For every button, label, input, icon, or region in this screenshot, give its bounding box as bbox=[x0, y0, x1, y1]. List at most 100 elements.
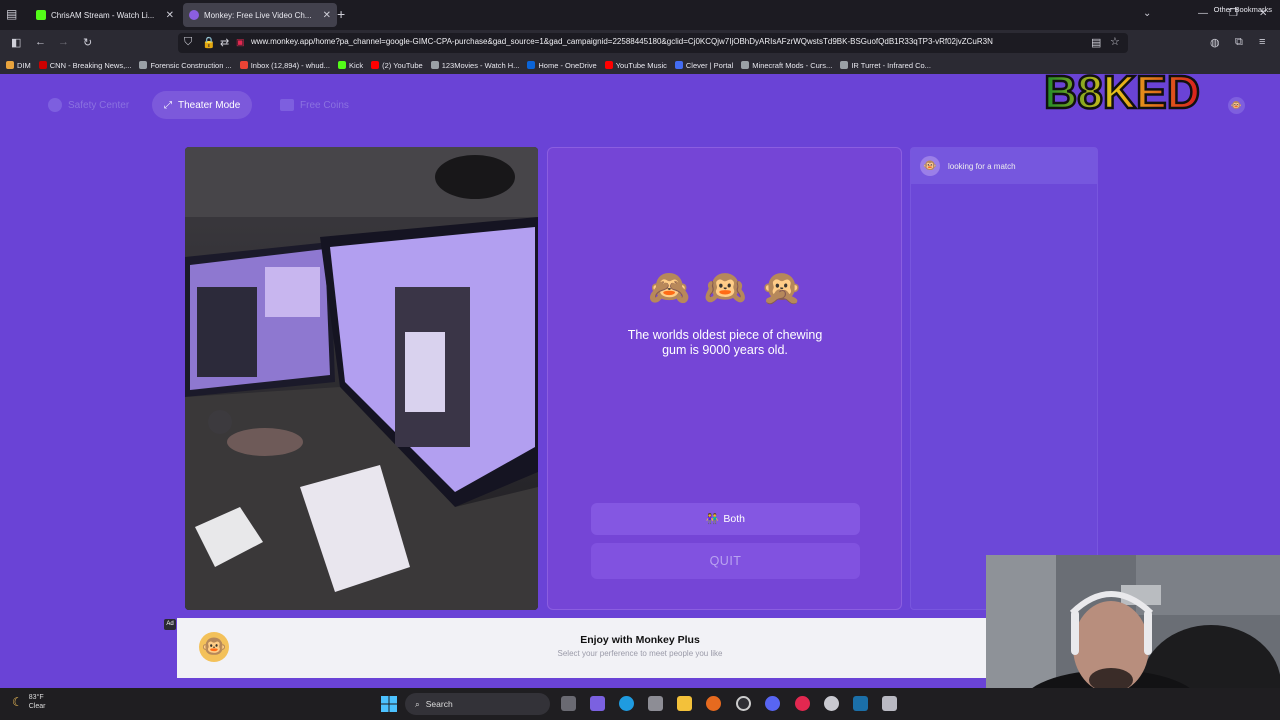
profile-avatar[interactable]: 🐵 bbox=[1228, 97, 1245, 114]
bookmark-label: Kick bbox=[348, 60, 364, 70]
weather-condition: Clear bbox=[28, 703, 46, 710]
chat-status-text: looking for a match bbox=[948, 161, 1016, 171]
bookmark-label: CNN - Breaking News,... bbox=[49, 60, 132, 70]
bookmark-label: Inbox (12,894) - whud... bbox=[250, 60, 330, 70]
bookmark-favicon-icon bbox=[741, 61, 750, 69]
bookmark-item[interactable]: (2) YouTube bbox=[371, 61, 423, 70]
bookmark-favicon-icon bbox=[674, 61, 683, 69]
search-label: Search bbox=[425, 699, 453, 709]
discord-icon[interactable] bbox=[765, 696, 780, 711]
back-icon[interactable]: ← bbox=[35, 36, 46, 48]
windows-taskbar: ☾ 83°F Clear ⌕ Search bbox=[0, 688, 1280, 720]
theater-mode-label: Theater Mode bbox=[178, 99, 241, 111]
couple-icon: 👫 bbox=[705, 513, 719, 525]
bookmark-item[interactable]: Inbox (12,894) - whud... bbox=[239, 60, 330, 70]
ad-banner[interactable]: 🐵 Enjoy with Monkey Plus Select your per… bbox=[177, 618, 997, 678]
chevron-down-icon[interactable]: ⌄ bbox=[1143, 8, 1151, 19]
bookmark-item[interactable]: Kick bbox=[337, 60, 364, 70]
chat-status-row: 🐵 looking for a match bbox=[911, 148, 1097, 184]
monkey-avatar-icon: 🐵 bbox=[920, 156, 940, 176]
bookmark-label: Home - OneDrive bbox=[538, 60, 597, 70]
self-video bbox=[185, 147, 538, 610]
bookmark-favicon-icon bbox=[430, 61, 439, 69]
bookmark-item[interactable]: Forensic Construction ... bbox=[139, 61, 232, 70]
hear-no-evil-icon: 🙉 bbox=[704, 269, 747, 307]
app-window-icon[interactable] bbox=[882, 696, 897, 711]
windows-start-icon[interactable] bbox=[381, 696, 397, 712]
expand-icon: ⤢ bbox=[164, 99, 172, 111]
browser-tab-bar: ▤ ChrisAM Stream - Watch Li... ✕ Monkey:… bbox=[0, 0, 1280, 30]
browser-tab-monkey[interactable]: Monkey: Free Live Video Ch... ✕ bbox=[183, 3, 337, 27]
camera-icon[interactable]: ▣ bbox=[236, 37, 245, 48]
permissions-icon[interactable]: ⇄ bbox=[220, 36, 229, 49]
tab-list-icon[interactable]: ▤ bbox=[6, 7, 22, 23]
bookmark-item[interactable]: CNN - Breaking News,... bbox=[38, 60, 132, 70]
tab-title: ChrisAM Stream - Watch Li... bbox=[51, 10, 155, 20]
menu-icon[interactable]: ≡ bbox=[1259, 36, 1265, 48]
settings-gear-icon[interactable] bbox=[824, 696, 839, 711]
steam-icon[interactable] bbox=[853, 696, 868, 711]
ad-badge: Ad bbox=[164, 619, 176, 630]
lock-icon: 🔒 bbox=[202, 37, 216, 49]
bookmark-item[interactable]: DIM bbox=[6, 61, 31, 70]
bookmark-item[interactable]: 123Movies - Watch H... bbox=[430, 61, 519, 70]
task-view-icon[interactable] bbox=[561, 696, 576, 711]
firefox-icon[interactable] bbox=[706, 696, 721, 711]
edge-icon[interactable] bbox=[619, 696, 634, 711]
reader-view-icon[interactable]: ▤ bbox=[1091, 36, 1101, 49]
safety-center-button[interactable]: Safety Center bbox=[36, 91, 141, 119]
reload-icon[interactable]: ↻ bbox=[83, 36, 92, 49]
bookmark-item[interactable]: IR Turret - Infrared Co... bbox=[840, 61, 931, 70]
extensions-icon[interactable]: ⧉ bbox=[1235, 36, 1243, 49]
forward-icon[interactable]: → bbox=[58, 36, 69, 48]
other-bookmarks[interactable]: Other Bookmarks bbox=[1214, 5, 1272, 14]
bookmark-label: DIM bbox=[17, 60, 31, 70]
browser-nav-bar: ◧ ← → ↻ ⛉ 🔒 ⇄ ▣ www.monkey.app/home?pa_c… bbox=[0, 30, 1280, 56]
sidebar-icon[interactable]: ◧ bbox=[11, 36, 21, 49]
clock-app-icon[interactable] bbox=[736, 696, 751, 711]
fun-fact-text: The worlds oldest piece of chewing gum i… bbox=[627, 328, 823, 357]
file-explorer-icon[interactable] bbox=[677, 696, 692, 711]
taskbar-search[interactable]: ⌕ Search bbox=[405, 693, 550, 715]
close-tab-icon[interactable]: ✕ bbox=[166, 10, 174, 21]
new-tab-icon[interactable]: + bbox=[337, 6, 345, 22]
bookmark-star-icon[interactable]: ☆ bbox=[1110, 35, 1120, 48]
url-text[interactable]: www.monkey.app/home?pa_channel=google-GI… bbox=[251, 37, 1081, 46]
monkey-emoji-row: 🙈 🙉 🙊 bbox=[648, 268, 803, 308]
webcam-scene bbox=[185, 147, 538, 610]
quit-button[interactable]: QUIT bbox=[591, 543, 860, 579]
shield-icon bbox=[48, 98, 62, 112]
theater-mode-button[interactable]: ⤢ Theater Mode bbox=[152, 91, 253, 119]
store-icon[interactable] bbox=[648, 696, 663, 711]
bookmark-favicon-icon bbox=[527, 61, 536, 69]
weather-temp: 83°F bbox=[28, 694, 44, 701]
gift-icon bbox=[280, 99, 294, 111]
see-no-evil-icon: 🙈 bbox=[648, 269, 691, 307]
bookmark-item[interactable]: Home - OneDrive bbox=[527, 60, 597, 70]
recording-app-icon[interactable] bbox=[795, 696, 810, 711]
bookmark-label: YouTube Music bbox=[615, 60, 667, 70]
bookmark-favicon-icon bbox=[38, 61, 47, 69]
bookmark-item[interactable]: Clever | Portal bbox=[674, 60, 734, 70]
copilot-icon[interactable] bbox=[590, 696, 605, 711]
weather-widget[interactable]: ☾ 83°F Clear bbox=[12, 693, 46, 711]
bookmark-label: Clever | Portal bbox=[685, 60, 734, 70]
safety-center-label: Safety Center bbox=[68, 99, 130, 111]
bookmark-item[interactable]: YouTube Music bbox=[604, 60, 667, 70]
bookmark-favicon-icon bbox=[139, 61, 148, 69]
chat-panel: 🐵 looking for a match bbox=[910, 147, 1098, 610]
bookmark-favicon-icon bbox=[337, 61, 346, 69]
browser-tab-chrisam[interactable]: ChrisAM Stream - Watch Li... ✕ bbox=[30, 3, 180, 27]
search-icon: ⌕ bbox=[415, 698, 420, 709]
minimize-icon[interactable]: — bbox=[1198, 8, 1208, 19]
free-coins-button[interactable]: Free Coins bbox=[268, 91, 361, 119]
gender-preference-button[interactable]: 👫 Both bbox=[591, 503, 860, 535]
close-tab-icon[interactable]: ✕ bbox=[323, 10, 331, 21]
shield-icon[interactable]: ⛉ bbox=[184, 36, 192, 49]
account-icon[interactable]: ◍ bbox=[1210, 36, 1220, 49]
url-bar[interactable]: ⛉ 🔒 ⇄ ▣ www.monkey.app/home?pa_channel=g… bbox=[178, 33, 1128, 53]
bookmark-favicon-icon bbox=[840, 61, 849, 69]
bookmark-item[interactable]: Minecraft Mods - Curs... bbox=[741, 61, 832, 70]
speak-no-evil-icon: 🙊 bbox=[760, 269, 803, 307]
bookmark-label: Minecraft Mods - Curs... bbox=[752, 60, 833, 70]
